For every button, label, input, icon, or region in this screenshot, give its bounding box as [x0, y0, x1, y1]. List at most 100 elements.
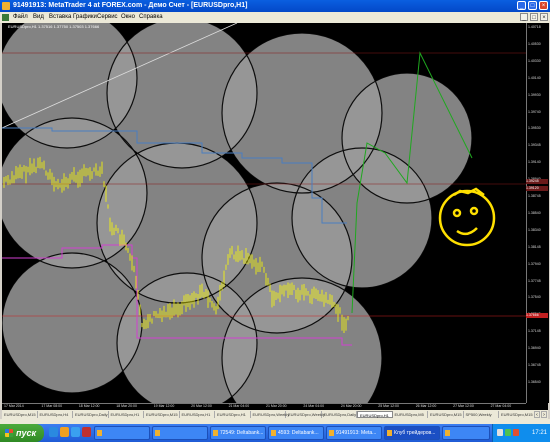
- chart-tab[interactable]: SP500,Weekly: [464, 411, 499, 418]
- window-title: 91491913: MetaTrader 4 at FOREX.com - Де…: [13, 2, 248, 9]
- smiley-drawing[interactable]: [438, 187, 496, 247]
- maximize-button[interactable]: □: [528, 1, 537, 10]
- taskbar-button[interactable]: [94, 426, 150, 440]
- price-tick-label: 1.40530: [528, 41, 541, 46]
- menu-view[interactable]: Вид: [33, 12, 44, 23]
- price-tick-label: 1.37745: [528, 278, 541, 283]
- time-tick-label: 17 Mar 2014: [4, 404, 24, 408]
- chart-symbol-label: EURUSDpro,H1 1.37516 1.37750 1.37503 1.3…: [8, 24, 100, 29]
- current-price-tag: 1.37666: [526, 313, 548, 318]
- tabs-left-arrow[interactable]: ‹: [534, 411, 540, 418]
- menu-window[interactable]: Окно: [121, 12, 135, 23]
- taskbar-button[interactable]: 72549: Deltabank...: [210, 426, 266, 440]
- price-tick-label: 1.39930: [528, 92, 541, 97]
- chart-tab[interactable]: EURUSDpro,H1: [180, 411, 215, 418]
- menu-tools[interactable]: Сервис: [97, 12, 118, 23]
- price-tick-label: 1.38340: [528, 227, 541, 232]
- chart-tab[interactable]: EURUSDpro,H1: [109, 411, 144, 418]
- chart-minimize-button[interactable]: _: [520, 13, 528, 21]
- taskbar-button[interactable]: 4593: Deltabank...: [268, 426, 324, 440]
- price-tick-label: 1.40140: [528, 75, 541, 80]
- chart-tab[interactable]: EURUSDpro,Weekly: [286, 411, 325, 418]
- price-tick-label: 1.38540: [528, 210, 541, 215]
- tabs-right-arrow[interactable]: ›: [541, 411, 547, 418]
- start-label: пуск: [16, 428, 37, 438]
- time-tick-label: 21 Mar 20:00: [266, 404, 287, 408]
- title-bar: 91491913: MetaTrader 4 at FOREX.com - Де…: [0, 0, 550, 12]
- time-tick-label: 20 Mar 12:00: [191, 404, 212, 408]
- price-tag: 1.39245: [526, 179, 548, 184]
- chart-tab[interactable]: EURUSDpro,H1: [215, 411, 251, 418]
- time-tick-label: 24 Mar 20:00: [340, 404, 362, 408]
- menu-file[interactable]: Файл: [13, 12, 28, 23]
- circle-drawing[interactable]: [292, 148, 432, 288]
- price-tick-label: 1.39740: [528, 109, 541, 114]
- chart-tab[interactable]: EURUSDpro,M15: [2, 411, 38, 418]
- price-tick-label: 1.37145: [528, 329, 541, 334]
- taskbar-button[interactable]: 91491913: Meta...: [326, 426, 382, 440]
- price-tick-label: 1.39140: [528, 160, 541, 165]
- taskbar-button[interactable]: [442, 426, 490, 440]
- start-button[interactable]: пуск: [0, 424, 44, 442]
- chart-window-icon[interactable]: [2, 14, 9, 21]
- price-tick-label: 1.39530: [528, 126, 541, 131]
- time-tick-label: 27 Mar 12:00: [453, 404, 474, 408]
- chart-restore-button[interactable]: □: [530, 13, 538, 21]
- price-tick-label: 1.37540: [528, 295, 541, 300]
- taskbar-button-label: Клуб трейдеров...: [394, 430, 436, 436]
- time-tick-label: 24 Mar 04:00: [303, 404, 325, 408]
- time-tick-label: 18 Mar 20:00: [116, 404, 137, 408]
- security-icon[interactable]: [505, 429, 511, 436]
- app-icon[interactable]: [2, 2, 10, 10]
- price-tick-label: 1.40718: [528, 25, 541, 29]
- clock[interactable]: 17:21: [532, 424, 547, 442]
- tray-app-icon[interactable]: [513, 429, 519, 436]
- close-button[interactable]: ×: [539, 1, 548, 10]
- browser-icon[interactable]: [49, 427, 58, 437]
- price-tick-label: 1.36940: [528, 346, 541, 351]
- window-icon: [271, 430, 276, 436]
- windows-logo-icon: [5, 429, 13, 437]
- app-quicklaunch-icon[interactable]: [82, 427, 91, 437]
- chart-tab[interactable]: EURUSDpro,M15: [144, 411, 180, 418]
- chart-tab[interactable]: EURUSDpro,M15: [428, 411, 464, 418]
- window-icon: [155, 430, 160, 436]
- menu-charts[interactable]: Графики: [73, 12, 97, 23]
- chart-canvas[interactable]: EURUSDpro,H1 1.37516 1.37750 1.37503 1.3…: [2, 23, 548, 410]
- network-icon[interactable]: [497, 429, 503, 436]
- time-tick-label: 26 Mar 12:00: [415, 404, 437, 408]
- time-tick-label: 25 Mar 12:00: [378, 404, 399, 408]
- price-tag: 1.39120: [526, 186, 548, 191]
- window-icon: [329, 430, 334, 436]
- chart-tab[interactable]: EURUSDpro,H1: [357, 411, 393, 418]
- taskbar-button-label: 4593: Deltabank...: [278, 430, 319, 436]
- price-tick-label: 1.36745: [528, 363, 541, 367]
- time-tick-label: 21 Mar 04:00: [228, 404, 250, 408]
- window-icon: [97, 430, 102, 436]
- taskbar-button-label: 72549: Deltabank...: [220, 430, 264, 436]
- chart-tab[interactable]: EURUSDpro,M5: [393, 411, 428, 418]
- price-tick-label: 1.39345: [528, 143, 541, 148]
- time-tick-label: 19 Mar 12:00: [153, 404, 175, 408]
- menu-insert[interactable]: Вставка: [49, 12, 71, 23]
- minimize-button[interactable]: _: [517, 1, 526, 10]
- price-tick-label: 1.38745: [528, 194, 541, 198]
- taskbar-button[interactable]: Клуб трейдеров...: [384, 426, 440, 440]
- chart-tab[interactable]: EURUSDpro,Weekly: [251, 411, 289, 418]
- taskbar-button[interactable]: [152, 426, 208, 440]
- menu-bar: Файл Вид Вставка Графики Сервис Окно Спр…: [0, 12, 550, 23]
- chart-tab[interactable]: EURUSDpro,Daily: [322, 411, 357, 418]
- taskbar-button-label: 91491913: Meta...: [336, 430, 377, 436]
- system-tray: 17:21: [492, 424, 550, 442]
- time-tick-label: 27 Mar 04:00: [490, 404, 512, 408]
- price-tick-label: 1.40330: [528, 58, 541, 63]
- chart-tab[interactable]: EURUSDpro,H4: [38, 411, 73, 418]
- folder-icon[interactable]: [60, 427, 69, 437]
- window-icon: [213, 430, 218, 436]
- ie-icon[interactable]: [71, 427, 80, 437]
- price-tick-label: 1.37940: [528, 261, 541, 266]
- chart-tab[interactable]: EURUSDpro,Daily: [73, 411, 109, 418]
- menu-help[interactable]: Справка: [139, 12, 163, 23]
- chart-close-button[interactable]: ×: [540, 13, 548, 21]
- chart-tab[interactable]: EURUSDpro,M15: [499, 411, 535, 418]
